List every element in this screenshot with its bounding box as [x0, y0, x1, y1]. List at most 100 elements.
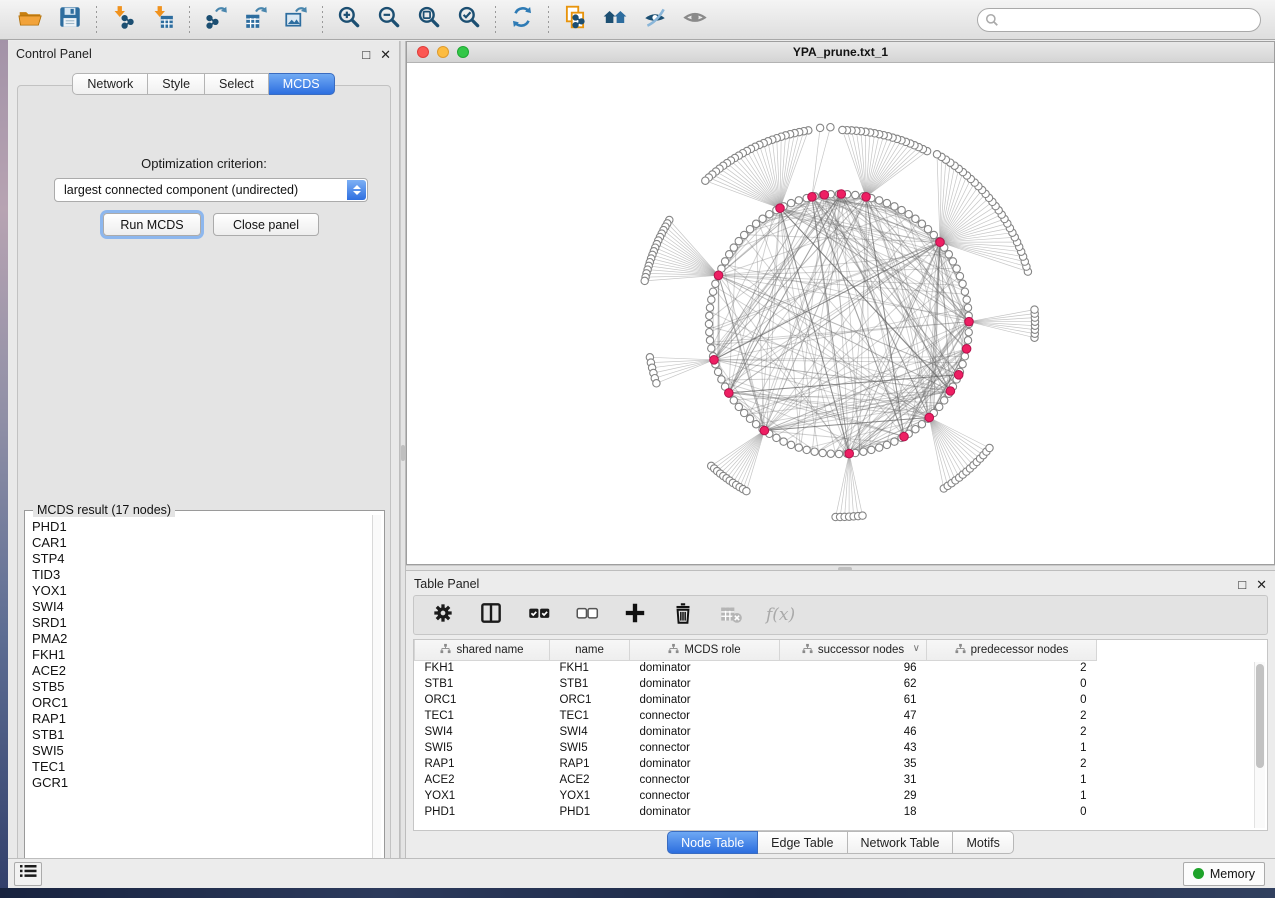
mcds-result-item[interactable]: GCR1	[32, 775, 374, 791]
select-all-button[interactable]	[526, 600, 552, 631]
table-row[interactable]: TEC1TEC1connector472	[415, 708, 1247, 724]
dropdown-stepper-icon	[347, 180, 366, 200]
tab-edge-table[interactable]: Edge Table	[758, 831, 847, 854]
search-input[interactable]	[977, 8, 1261, 32]
tab-style[interactable]: Style	[148, 73, 205, 95]
delete-column-icon	[670, 600, 696, 631]
mcds-result-item[interactable]: TID3	[32, 567, 374, 583]
deselect-all-icon	[574, 600, 600, 631]
splitter-handle[interactable]	[401, 445, 405, 461]
export-image-icon	[283, 4, 309, 35]
table-row[interactable]: PHD1PHD1dominator180	[415, 804, 1247, 820]
control-panel-title: Control Panel	[16, 47, 92, 61]
sort-indicator-icon[interactable]: ∨	[913, 643, 920, 654]
function-builder-button[interactable]: f(x)	[766, 605, 795, 625]
mcds-result-item[interactable]: CAR1	[32, 535, 374, 551]
table-scrollbar[interactable]	[1254, 662, 1265, 828]
tab-network[interactable]: Network	[72, 73, 148, 95]
refresh-layout-button[interactable]	[505, 4, 539, 36]
column-header-predecessor-nodes[interactable]: predecessor nodes	[927, 640, 1097, 660]
list-menu-icon	[19, 863, 37, 884]
mcds-list-scrollbar[interactable]	[372, 515, 381, 879]
zoom-in-button[interactable]	[332, 4, 366, 36]
column-chooser-button[interactable]	[478, 600, 504, 631]
criterion-dropdown[interactable]: largest connected component (undirected)	[54, 178, 368, 202]
mcds-result-item[interactable]: PMA2	[32, 631, 374, 647]
mcds-result-item[interactable]: FKH1	[32, 647, 374, 663]
zoom-selected-button[interactable]	[452, 4, 486, 36]
mcds-result-item[interactable]: STB1	[32, 727, 374, 743]
memory-button[interactable]: Memory	[1183, 862, 1265, 886]
clone-network-button[interactable]	[558, 4, 592, 36]
table-row[interactable]: YOX1YOX1connector291	[415, 788, 1247, 804]
table-row[interactable]: ACE2ACE2connector311	[415, 772, 1247, 788]
table-panel-tabs: Node TableEdge TableNetwork TableMotifs	[406, 831, 1275, 854]
export-network-button[interactable]	[199, 4, 233, 36]
deselect-all-button[interactable]	[574, 600, 600, 631]
save-button[interactable]	[53, 4, 87, 36]
gear-button[interactable]	[430, 600, 456, 631]
tab-motifs[interactable]: Motifs	[953, 831, 1013, 854]
memory-label: Memory	[1210, 867, 1255, 881]
hide-selected-button[interactable]	[638, 4, 672, 36]
search-icon	[985, 13, 999, 27]
table-row[interactable]: STB1STB1dominator620	[415, 676, 1247, 692]
close-panel-icon[interactable]: ✕	[380, 48, 391, 61]
show-all-button[interactable]	[678, 4, 712, 36]
table-row[interactable]: RAP1RAP1dominator352	[415, 756, 1247, 772]
open-folder-button[interactable]	[13, 4, 47, 36]
mcds-result-item[interactable]: SWI4	[32, 599, 374, 615]
mcds-result-title: MCDS result (17 nodes)	[33, 503, 175, 517]
zoom-fit-button[interactable]	[412, 4, 446, 36]
mcds-result-item[interactable]: YOX1	[32, 583, 374, 599]
delete-table-icon	[718, 600, 744, 631]
table-row[interactable]: SWI4SWI4dominator462	[415, 724, 1247, 740]
table-row[interactable]: SWI5SWI5connector431	[415, 740, 1247, 756]
delete-column-button[interactable]	[670, 600, 696, 631]
table-source-icon	[668, 645, 679, 657]
import-network-icon	[110, 4, 136, 35]
close-panel-icon[interactable]: ✕	[1256, 578, 1267, 591]
tab-node-table[interactable]: Node Table	[667, 831, 758, 854]
network-title: YPA_prune.txt_1	[407, 45, 1274, 59]
mcds-result-item[interactable]: ACE2	[32, 663, 374, 679]
float-panel-icon[interactable]: □	[1238, 578, 1246, 591]
import-table-button[interactable]	[146, 4, 180, 36]
mcds-result-item[interactable]: TEC1	[32, 759, 374, 775]
panel-menu-button[interactable]	[14, 862, 42, 886]
mcds-result-item[interactable]: RAP1	[32, 711, 374, 727]
network-graph[interactable]	[407, 63, 1274, 564]
mcds-result-item[interactable]: PHD1	[32, 519, 374, 535]
column-header-MCDS-role[interactable]: MCDS role	[630, 640, 780, 660]
tab-network-table[interactable]: Network Table	[848, 831, 954, 854]
table-row[interactable]: ORC1ORC1dominator610	[415, 692, 1247, 708]
control-panel-tabs: NetworkStyleSelectMCDS	[8, 73, 399, 95]
mcds-result-item[interactable]: SWI5	[32, 743, 374, 759]
mcds-result-item[interactable]: SRD1	[32, 615, 374, 631]
export-table-button[interactable]	[239, 4, 273, 36]
table-panel: Table Panel □ ✕ f(x) shared namenameMCDS…	[406, 571, 1275, 858]
mcds-result-item[interactable]: STP4	[32, 551, 374, 567]
table-row[interactable]: FKH1FKH1dominator962	[415, 660, 1247, 676]
import-network-button[interactable]	[106, 4, 140, 36]
export-image-button[interactable]	[279, 4, 313, 36]
optimization-criterion-label: Optimization criterion:	[18, 156, 390, 171]
close-panel-button[interactable]: Close panel	[213, 213, 319, 236]
mcds-result-item[interactable]: ORC1	[32, 695, 374, 711]
tab-select[interactable]: Select	[205, 73, 269, 95]
main-toolbar	[0, 0, 1275, 40]
network-canvas[interactable]	[407, 63, 1274, 564]
mcds-result-item[interactable]: STB5	[32, 679, 374, 695]
column-header-successor-nodes[interactable]: successor nodes∨	[780, 640, 927, 660]
tab-mcds[interactable]: MCDS	[269, 73, 335, 95]
control-panel: Control Panel □ ✕ Optimization criterion…	[8, 41, 400, 858]
first-neighbors-button[interactable]	[598, 4, 632, 36]
column-header-shared-name[interactable]: shared name	[415, 640, 550, 660]
zoom-out-button[interactable]	[372, 4, 406, 36]
float-panel-icon[interactable]: □	[362, 48, 370, 61]
delete-table-button[interactable]	[718, 600, 744, 631]
column-header-name[interactable]: name	[550, 640, 630, 660]
scrollbar-thumb[interactable]	[1256, 664, 1264, 768]
run-mcds-button[interactable]: Run MCDS	[103, 213, 201, 236]
add-column-button[interactable]	[622, 600, 648, 631]
